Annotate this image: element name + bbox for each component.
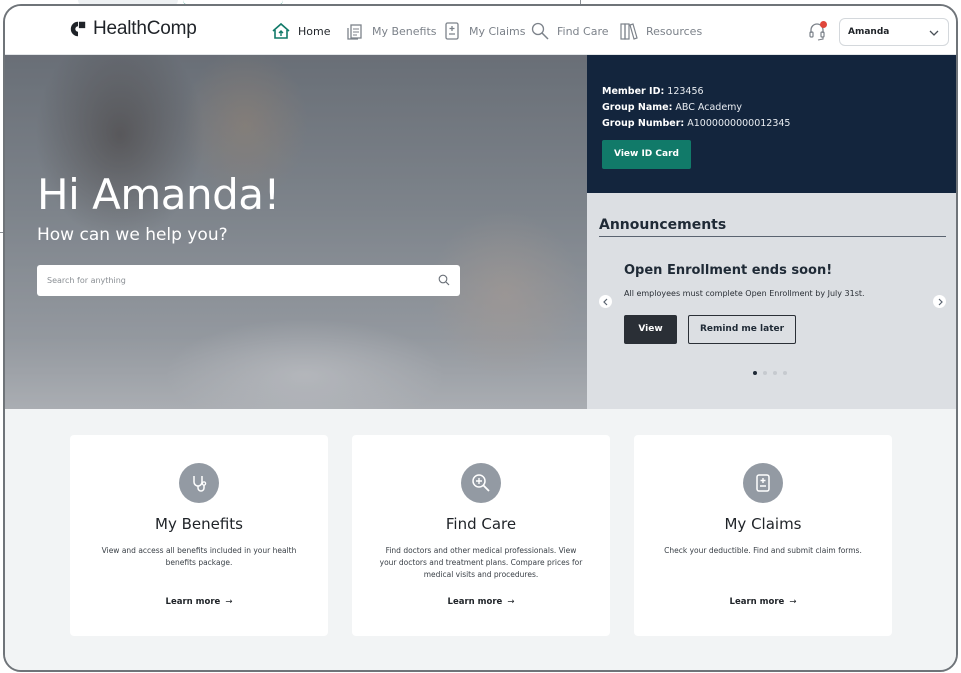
card-my-benefits[interactable]: My Benefits View and access all benefits…	[70, 435, 328, 636]
hero-subtitle: How can we help you?	[37, 225, 228, 245]
group-name-value: ABC Academy	[675, 102, 743, 113]
announcement-body: All employees must complete Open Enrollm…	[624, 289, 865, 298]
learn-more-link[interactable]: Learn more →	[634, 597, 892, 607]
carousel-next-button[interactable]	[933, 295, 946, 308]
chevron-right-icon	[938, 298, 943, 305]
home-icon	[272, 22, 290, 39]
app-window: HealthComp Home My Benefits My Claims Fi…	[3, 4, 958, 672]
stethoscope-icon	[179, 463, 219, 503]
feature-cards: My Benefits View and access all benefits…	[5, 409, 956, 670]
carousel-dot[interactable]	[773, 371, 777, 375]
announcements-panel: Announcements Open Enrollment ends soon!…	[587, 193, 956, 409]
carousel-pagination	[753, 371, 787, 375]
nav-my-benefits-label: My Benefits	[372, 24, 437, 38]
nav-my-claims[interactable]: My Claims	[442, 19, 525, 43]
card-my-claims[interactable]: My Claims Check your deductible. Find an…	[634, 435, 892, 636]
top-navigation: HealthComp Home My Benefits My Claims Fi…	[5, 6, 956, 55]
group-number-label: Group Number:	[602, 118, 685, 129]
nav-home[interactable]: Home	[271, 19, 330, 43]
card-description: View and access all benefits included in…	[101, 546, 297, 567]
card-title: My Claims	[724, 515, 802, 533]
card-description: Find doctors and other medical professio…	[379, 546, 583, 579]
group-number-value: A1000000000012345	[687, 118, 791, 129]
clipboard-plus-icon	[743, 463, 783, 503]
member-id-row: Member ID: 123456	[602, 84, 956, 100]
nav-my-claims-label: My Claims	[469, 24, 526, 38]
card-find-care[interactable]: Find Care Find doctors and other medical…	[352, 435, 610, 636]
hero-banner: Hi Amanda! How can we help you?	[5, 55, 587, 409]
member-id-label: Member ID:	[602, 86, 665, 97]
learn-more-link[interactable]: Learn more →	[352, 597, 610, 607]
announcements-title: Announcements	[599, 217, 727, 233]
hero-text: Hi Amanda! How can we help you?	[37, 170, 280, 245]
group-name-row: Group Name: ABC Academy	[602, 100, 956, 116]
learn-more-label: Learn more	[447, 597, 503, 607]
nav-find-care-label: Find Care	[557, 24, 609, 38]
card-title: My Benefits	[155, 515, 243, 533]
chevron-down-icon	[929, 30, 939, 36]
member-info-panel: Member ID: 123456 Group Name: ABC Academ…	[587, 55, 956, 193]
brand-logo[interactable]: HealthComp	[69, 18, 197, 40]
nav-home-label: Home	[298, 24, 331, 38]
carousel-prev-button[interactable]	[599, 295, 612, 308]
carousel-dot[interactable]	[753, 371, 757, 375]
group-number-row: Group Number: A1000000000012345	[602, 116, 956, 132]
nav-my-benefits[interactable]: My Benefits	[345, 19, 437, 43]
nav-resources-label: Resources	[646, 24, 703, 38]
arrow-right-icon: →	[507, 597, 515, 607]
member-id-value: 123456	[667, 86, 704, 97]
user-dropdown[interactable]: Amanda	[839, 18, 949, 46]
group-name-label: Group Name:	[602, 102, 673, 113]
nav-resources[interactable]: Resources	[619, 19, 702, 43]
brand-name: HealthComp	[93, 18, 197, 39]
search-input[interactable]	[47, 276, 427, 285]
search-icon	[531, 22, 549, 40]
nav-find-care[interactable]: Find Care	[530, 19, 609, 43]
carousel-dot[interactable]	[763, 371, 767, 375]
notification-badge	[820, 21, 827, 28]
search-icon[interactable]	[438, 274, 450, 286]
learn-more-label: Learn more	[165, 597, 221, 607]
remind-me-later-button[interactable]: Remind me later	[688, 315, 796, 344]
chevron-left-icon	[602, 298, 607, 305]
hero-greeting: Hi Amanda!	[37, 170, 280, 219]
claims-icon	[445, 22, 459, 40]
support-button[interactable]	[808, 21, 827, 42]
carousel-dot[interactable]	[783, 371, 787, 375]
magnify-plus-icon	[461, 463, 501, 503]
arrow-right-icon: →	[225, 597, 233, 607]
learn-more-link[interactable]: Learn more →	[70, 597, 328, 607]
card-title: Find Care	[445, 515, 517, 533]
announcement-headline: Open Enrollment ends soon!	[624, 263, 833, 278]
benefits-icon	[347, 24, 362, 40]
search-bar[interactable]	[37, 265, 460, 296]
user-name: Amanda	[848, 27, 890, 37]
arrow-right-icon: →	[789, 597, 797, 607]
view-id-card-button[interactable]: View ID Card	[602, 140, 691, 169]
logo-icon	[70, 21, 86, 37]
divider	[599, 236, 946, 237]
learn-more-label: Learn more	[729, 597, 785, 607]
card-description: Check your deductible. Find and submit c…	[664, 546, 862, 555]
books-icon	[620, 23, 638, 40]
announcement-view-button[interactable]: View	[624, 315, 677, 344]
